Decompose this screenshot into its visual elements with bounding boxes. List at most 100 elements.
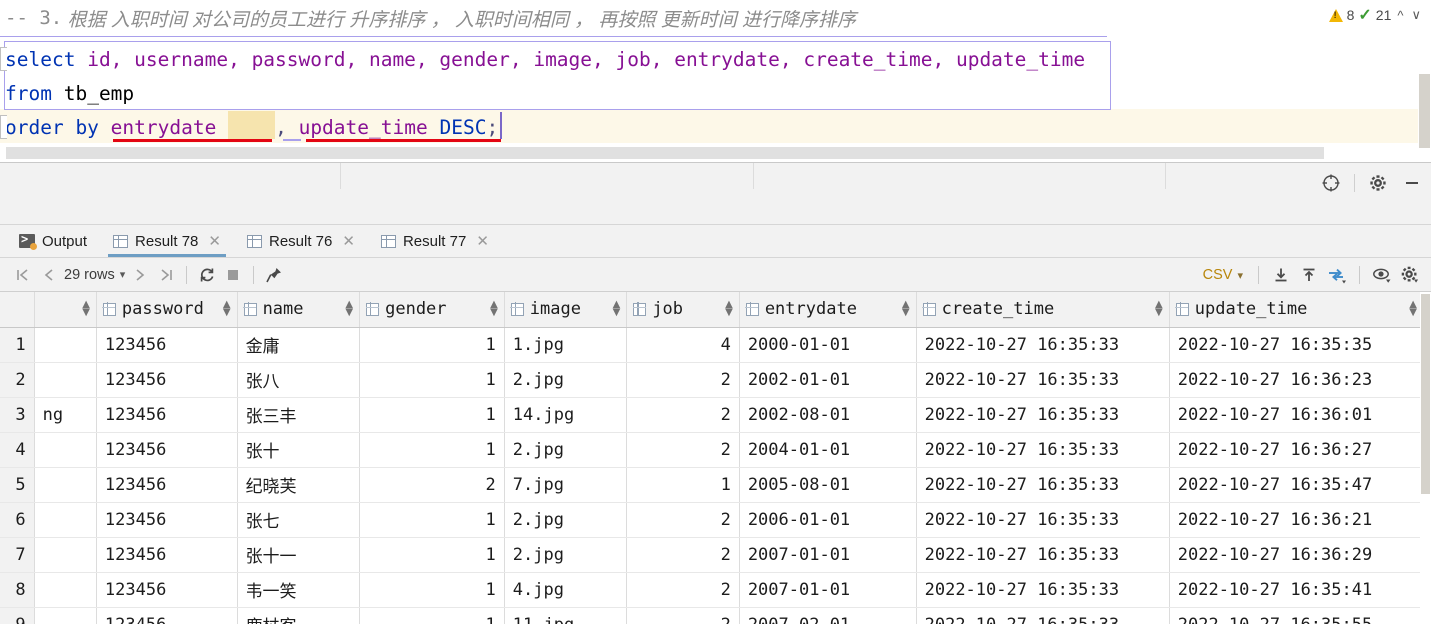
cell-create_time[interactable]: 2022-10-27 16:35:33 bbox=[916, 397, 1170, 433]
minimize-icon[interactable] bbox=[1401, 172, 1423, 194]
cell-job[interactable]: 2 bbox=[626, 362, 740, 398]
column-header-update_time[interactable]: update_time ▲ ▼ bbox=[1169, 292, 1425, 328]
cell-password[interactable]: 123456 bbox=[96, 327, 238, 363]
sql-line-select[interactable]: select id, username, password, name, gen… bbox=[0, 42, 1431, 76]
sort-arrows-icon[interactable]: ▲ ▼ bbox=[1155, 300, 1163, 318]
sql-line-from[interactable]: from tb_emp bbox=[0, 76, 1431, 110]
cell-entrydate[interactable]: 2007-01-01 bbox=[739, 537, 917, 573]
column-header-partial[interactable]: ▲ ▼ bbox=[34, 292, 97, 328]
cell-name[interactable]: 张三丰 bbox=[237, 397, 361, 433]
sql-editor[interactable]: -- 3. 根据 入职时间 对公司的员工进行 升序排序 ， 入职时间相同 ， 再… bbox=[0, 0, 1431, 163]
cell-password[interactable]: 123456 bbox=[96, 397, 238, 433]
close-icon[interactable]: ✕ bbox=[208, 232, 221, 250]
cell-name[interactable]: 张十 bbox=[237, 432, 361, 468]
result-table[interactable]: ▲ ▼ password ▲ ▼ name ▲ ▼ gender ▲ ▼ image ▲ ▼ job ▲ ▼ en… bbox=[0, 292, 1425, 624]
result-grid[interactable]: ▲ ▼ password ▲ ▼ name ▲ ▼ gender ▲ ▼ image ▲ ▼ job ▲ ▼ en… bbox=[0, 292, 1431, 624]
cell-job[interactable]: 1 bbox=[626, 467, 740, 503]
cell-password[interactable]: 123456 bbox=[96, 467, 238, 503]
cell-username-clipped[interactable] bbox=[34, 502, 97, 538]
column-header-image[interactable]: image ▲ ▼ bbox=[504, 292, 628, 328]
cell-image[interactable]: 2.jpg bbox=[504, 537, 628, 573]
next-page-button[interactable] bbox=[127, 262, 153, 288]
cell-name[interactable]: 鹿杖客 bbox=[237, 607, 361, 624]
sort-arrows-icon[interactable]: ▲ ▼ bbox=[490, 300, 498, 318]
result-toolbar-right[interactable]: CSV ▾ bbox=[1203, 258, 1423, 292]
tab-result-77[interactable]: Result 77 ✕ bbox=[368, 225, 502, 257]
cell-name[interactable]: 张十一 bbox=[237, 537, 361, 573]
cell-job[interactable]: 2 bbox=[626, 537, 740, 573]
cell-update_time[interactable]: 2022-10-27 16:35:35 bbox=[1169, 327, 1425, 363]
cell-password[interactable]: 123456 bbox=[96, 572, 238, 608]
gear-icon[interactable] bbox=[1397, 262, 1423, 288]
cell-image[interactable]: 7.jpg bbox=[504, 467, 628, 503]
last-page-button[interactable] bbox=[153, 262, 179, 288]
cell-create_time[interactable]: 2022-10-27 16:35:33 bbox=[916, 362, 1170, 398]
cell-gender[interactable]: 1 bbox=[359, 537, 505, 573]
stop-icon[interactable] bbox=[220, 262, 246, 288]
sort-arrows-icon[interactable]: ▲ ▼ bbox=[902, 300, 910, 318]
cell-update_time[interactable]: 2022-10-27 16:36:27 bbox=[1169, 432, 1425, 468]
table-row[interactable]: 7 123456 张十一 1 2.jpg 2 2007-01-01 2022-10-27 16… bbox=[0, 537, 1425, 573]
table-row[interactable]: 3 ng 123456 张三丰 1 14.jpg 2 2002-08-01 2022-10-27… bbox=[0, 397, 1425, 433]
cell-job[interactable]: 2 bbox=[626, 397, 740, 433]
cell-name[interactable]: 纪晓芙 bbox=[237, 467, 361, 503]
cell-entrydate[interactable]: 2000-01-01 bbox=[739, 327, 917, 363]
editor-vertical-scrollbar[interactable] bbox=[1418, 36, 1431, 162]
cell-entrydate[interactable]: 2002-08-01 bbox=[739, 397, 917, 433]
prev-page-button[interactable] bbox=[36, 262, 62, 288]
table-row[interactable]: 2 123456 张八 1 2.jpg 2 2002-01-01 2022-10-27 16:… bbox=[0, 362, 1425, 398]
cell-job[interactable]: 2 bbox=[626, 432, 740, 468]
tab-output[interactable]: Output bbox=[6, 225, 100, 257]
grid-vscroll-thumb[interactable] bbox=[1421, 294, 1430, 494]
cell-image[interactable]: 1.jpg bbox=[504, 327, 628, 363]
sort-arrows-icon[interactable]: ▲ ▼ bbox=[82, 300, 90, 318]
crosshair-target-icon[interactable] bbox=[1320, 172, 1342, 194]
chevron-down-icon[interactable]: ∨ bbox=[1409, 7, 1423, 23]
cell-image[interactable]: 14.jpg bbox=[504, 397, 628, 433]
sort-arrows-icon[interactable]: ▲ ▼ bbox=[725, 300, 733, 318]
editor-vscroll-thumb[interactable] bbox=[1419, 74, 1430, 152]
result-tabs-bar[interactable]: Output Result 78 ✕ Result 76 ✕ Result 77… bbox=[0, 225, 1431, 258]
cell-entrydate[interactable]: 2007-01-01 bbox=[739, 572, 917, 608]
cell-username-clipped[interactable] bbox=[34, 327, 97, 363]
code-fold-marker-select[interactable] bbox=[0, 47, 7, 71]
cell-image[interactable]: 2.jpg bbox=[504, 362, 628, 398]
table-row[interactable]: 1 123456 金庸 1 1.jpg 4 2000-01-01 2022-10-27 16:… bbox=[0, 327, 1425, 363]
cell-name[interactable]: 张八 bbox=[237, 362, 361, 398]
cell-create_time[interactable]: 2022-10-27 16:35:33 bbox=[916, 432, 1170, 468]
sort-arrows-icon[interactable]: ▲ ▼ bbox=[1409, 300, 1417, 318]
cell-entrydate[interactable]: 2005-08-01 bbox=[739, 467, 917, 503]
grid-vertical-scrollbar[interactable] bbox=[1420, 292, 1431, 624]
cell-create_time[interactable]: 2022-10-27 16:35:33 bbox=[916, 327, 1170, 363]
sort-arrows-icon[interactable]: ▲ ▼ bbox=[613, 300, 621, 318]
column-header-gender[interactable]: gender ▲ ▼ bbox=[359, 292, 505, 328]
cell-username-clipped[interactable] bbox=[34, 467, 97, 503]
pin-icon[interactable] bbox=[261, 262, 287, 288]
cell-gender[interactable]: 1 bbox=[359, 502, 505, 538]
compare-arrows-icon[interactable] bbox=[1324, 262, 1350, 288]
cell-password[interactable]: 123456 bbox=[96, 607, 238, 624]
close-icon[interactable]: ✕ bbox=[342, 232, 355, 250]
cell-password[interactable]: 123456 bbox=[96, 537, 238, 573]
cell-gender[interactable]: 1 bbox=[359, 397, 505, 433]
cell-update_time[interactable]: 2022-10-27 16:36:21 bbox=[1169, 502, 1425, 538]
cell-entrydate[interactable]: 2006-01-01 bbox=[739, 502, 917, 538]
export-format-selector[interactable]: CSV ▾ bbox=[1203, 267, 1249, 283]
cell-password[interactable]: 123456 bbox=[96, 432, 238, 468]
eye-icon[interactable] bbox=[1369, 262, 1395, 288]
sort-arrows-icon[interactable]: ▲ ▼ bbox=[223, 300, 231, 318]
editor-horizontal-scrollbar[interactable] bbox=[6, 147, 1324, 159]
cell-job[interactable]: 2 bbox=[626, 502, 740, 538]
sort-arrows-icon[interactable]: ▲ ▼ bbox=[345, 300, 353, 318]
close-icon[interactable]: ✕ bbox=[476, 232, 489, 250]
cell-gender[interactable]: 1 bbox=[359, 572, 505, 608]
cell-create_time[interactable]: 2022-10-27 16:35:33 bbox=[916, 572, 1170, 608]
refresh-icon[interactable] bbox=[194, 262, 220, 288]
gear-icon[interactable] bbox=[1367, 172, 1389, 194]
cell-update_time[interactable]: 2022-10-27 16:36:23 bbox=[1169, 362, 1425, 398]
table-row[interactable]: 4 123456 张十 1 2.jpg 2 2004-01-01 2022-10-27 16:… bbox=[0, 432, 1425, 468]
column-header-create_time[interactable]: create_time ▲ ▼ bbox=[916, 292, 1170, 328]
cell-username-clipped[interactable] bbox=[34, 362, 97, 398]
chevron-up-icon[interactable]: ^ bbox=[1395, 8, 1405, 23]
export-download-icon[interactable] bbox=[1268, 262, 1294, 288]
